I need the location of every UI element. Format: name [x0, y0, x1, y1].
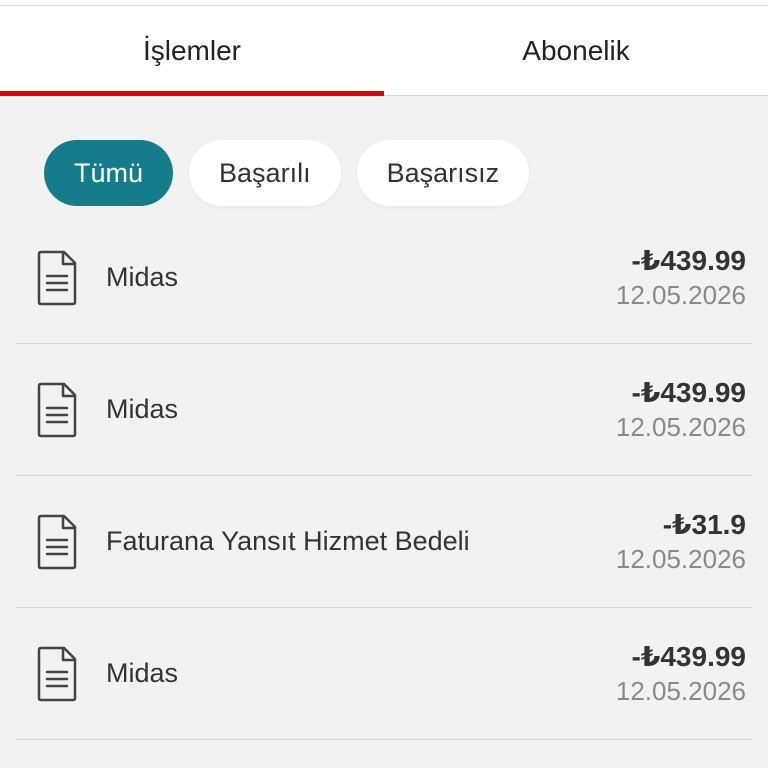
document-icon	[37, 514, 77, 569]
tab-label: Abonelik	[522, 34, 630, 66]
transaction-amount: -₺439.99	[631, 244, 746, 276]
transaction-title: Midas	[106, 394, 179, 424]
transaction-date: 12.05.2026	[615, 279, 746, 310]
transaction-meta: -₺439.99 12.05.2026	[616, 640, 746, 708]
filter-chip-basarisiz[interactable]: Başarısız	[356, 140, 530, 206]
tab-abonelik[interactable]: Abonelik	[384, 6, 768, 95]
transaction-row[interactable]: Midas -₺439.99 12.05.2026	[16, 608, 752, 740]
filter-chip-tumu[interactable]: Tümü	[44, 140, 174, 206]
transaction-meta: -₺439.99 12.05.2026	[616, 244, 746, 312]
tab-label: İşlemler	[142, 34, 241, 66]
transaction-row[interactable]: Faturana Yansıt Hizmet Bedeli -₺31.9 12.…	[16, 476, 752, 608]
transaction-amount: -₺439.99	[631, 376, 746, 408]
filter-chip-basarili[interactable]: Başarılı	[189, 140, 341, 206]
transaction-amount: -₺439.99	[631, 640, 746, 672]
filter-chips: Tümü Başarılı Başarısız	[44, 140, 530, 206]
transaction-list: Midas -₺439.99 12.05.2026 Midas -₺439.99…	[16, 212, 752, 740]
transaction-title: Midas	[106, 262, 179, 292]
transaction-row[interactable]: Midas -₺439.99 12.05.2026	[16, 344, 752, 476]
transaction-amount: -₺31.9	[662, 508, 746, 540]
document-icon	[37, 250, 77, 305]
document-icon	[37, 382, 77, 437]
tab-islemler[interactable]: İşlemler	[0, 6, 384, 96]
chip-label: Tümü	[74, 157, 144, 188]
chip-label: Başarısız	[386, 157, 500, 188]
transaction-meta: -₺31.9 12.05.2026	[616, 508, 746, 576]
transaction-date: 12.05.2026	[615, 543, 746, 574]
transaction-title: Midas	[106, 658, 179, 688]
chip-label: Başarılı	[219, 157, 311, 188]
document-icon	[37, 646, 77, 701]
transaction-meta: -₺439.99 12.05.2026	[616, 376, 746, 444]
transaction-row[interactable]: Midas -₺439.99 12.05.2026	[16, 212, 752, 344]
tab-bar: İşlemler Abonelik	[0, 6, 768, 96]
transaction-date: 12.05.2026	[615, 411, 746, 442]
transaction-title: Faturana Yansıt Hizmet Bedeli	[106, 526, 470, 556]
transaction-date: 12.05.2026	[615, 675, 746, 706]
